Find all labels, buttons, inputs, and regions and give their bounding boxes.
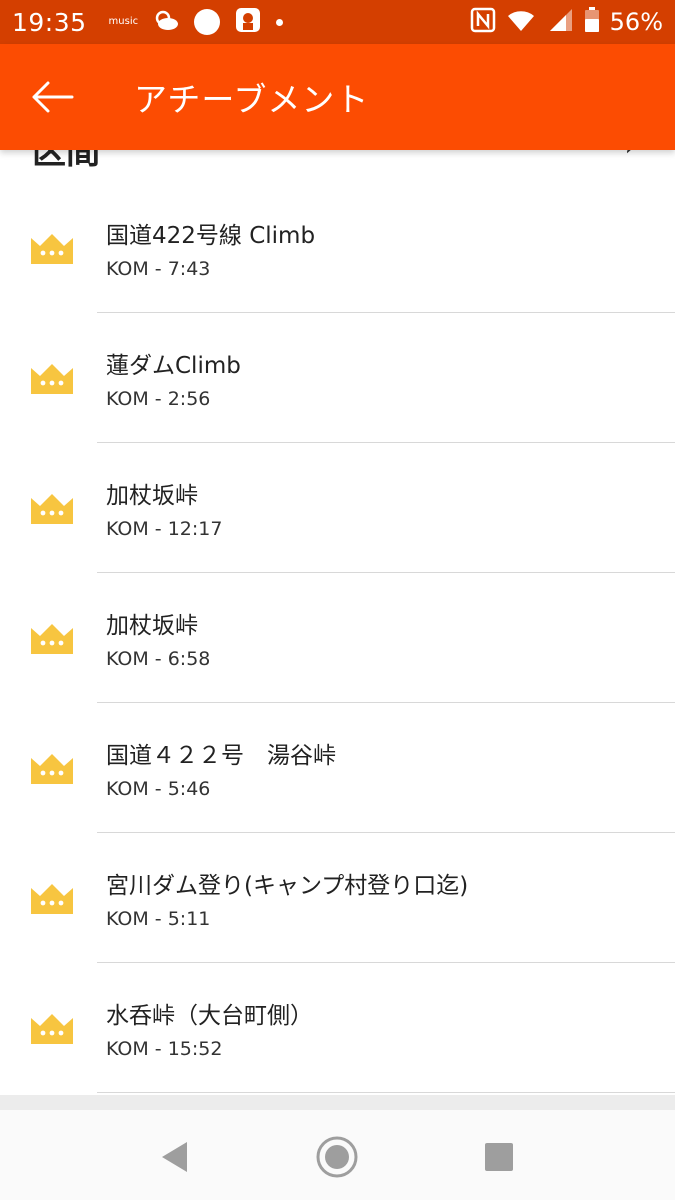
status-bar: 19:35 music 56% bbox=[0, 0, 675, 44]
back-button[interactable] bbox=[22, 67, 82, 127]
crown-icon bbox=[31, 884, 73, 914]
segment-result: KOM - 2:56 bbox=[106, 388, 211, 410]
back-triangle-icon bbox=[162, 1142, 187, 1172]
crown-icon bbox=[31, 754, 73, 784]
achievements-list: 国道422号線 Climb KOM - 7:43 蓮ダムClimb KOM - … bbox=[0, 183, 675, 1093]
achievement-item[interactable]: 水呑峠（大台町側） KOM - 15:52 bbox=[0, 963, 675, 1093]
music-icon: music bbox=[108, 16, 139, 27]
list-bottom-separator bbox=[0, 1095, 675, 1110]
status-time: 19:35 bbox=[12, 7, 87, 37]
recents-square-icon bbox=[485, 1143, 513, 1171]
app-notification-icon bbox=[194, 9, 221, 35]
achievement-item[interactable]: 蓮ダムClimb KOM - 2:56 bbox=[0, 313, 675, 443]
achievement-item[interactable]: 国道４２２号 湯谷峠 KOM - 5:46 bbox=[0, 703, 675, 833]
segment-result: KOM - 12:17 bbox=[106, 518, 223, 540]
segment-name: 水呑峠（大台町側） bbox=[106, 1003, 313, 1029]
segment-result: KOM - 5:46 bbox=[106, 778, 211, 800]
page-title: アチーブメント bbox=[134, 80, 370, 119]
system-nav-bar bbox=[0, 1110, 675, 1200]
segment-result: KOM - 6:58 bbox=[106, 648, 211, 670]
app-notification-icon-2 bbox=[234, 6, 262, 38]
chevron-right-icon: › bbox=[625, 150, 635, 162]
achievement-item[interactable]: 宮川ダム登り(キャンプ村登り口迄) KOM - 5:11 bbox=[0, 833, 675, 963]
signal-icon bbox=[548, 7, 574, 37]
battery-icon bbox=[584, 7, 600, 37]
segment-name: 加杖坂峠 bbox=[106, 483, 198, 509]
app-bar: アチーブメント bbox=[0, 44, 675, 150]
segment-name: 蓮ダムClimb bbox=[106, 353, 241, 379]
achievement-item[interactable]: 加杖坂峠 KOM - 6:58 bbox=[0, 573, 675, 703]
crown-icon bbox=[31, 234, 73, 264]
segment-result: KOM - 5:11 bbox=[106, 908, 211, 930]
nav-back-button[interactable] bbox=[152, 1135, 196, 1179]
back-arrow-icon bbox=[32, 81, 74, 113]
achievement-item[interactable]: 加杖坂峠 KOM - 12:17 bbox=[0, 443, 675, 573]
more-notifications-dot bbox=[276, 18, 284, 26]
segment-name: 宮川ダム登り(キャンプ村登り口迄) bbox=[106, 873, 469, 899]
nav-recents-button[interactable] bbox=[477, 1135, 521, 1179]
home-circle-icon bbox=[316, 1136, 358, 1178]
achievements-list-container[interactable]: 区間 › 国道422号線 Climb KOM - 7:43 蓮ダムClimb K… bbox=[0, 150, 675, 1095]
achievement-item[interactable]: 国道422号線 Climb KOM - 7:43 bbox=[0, 183, 675, 313]
segment-name: 国道422号線 Climb bbox=[106, 223, 316, 249]
wifi-icon bbox=[506, 7, 538, 37]
section-header: 区間 bbox=[32, 150, 100, 172]
divider bbox=[97, 1092, 675, 1093]
battery-percentage: 56% bbox=[609, 8, 663, 36]
segment-result: KOM - 15:52 bbox=[106, 1038, 223, 1060]
crown-icon bbox=[31, 624, 73, 654]
crown-icon bbox=[31, 1014, 73, 1044]
crown-icon bbox=[31, 494, 73, 524]
nav-home-button[interactable] bbox=[315, 1135, 359, 1179]
crown-icon bbox=[31, 364, 73, 394]
weather-icon bbox=[152, 8, 180, 36]
segment-result: KOM - 7:43 bbox=[106, 258, 211, 280]
segment-name: 国道４２２号 湯谷峠 bbox=[106, 743, 336, 769]
segment-name: 加杖坂峠 bbox=[106, 613, 198, 639]
notification-icons: music bbox=[109, 6, 284, 38]
status-right-icons: 56% bbox=[470, 7, 663, 37]
nfc-icon bbox=[470, 7, 496, 37]
